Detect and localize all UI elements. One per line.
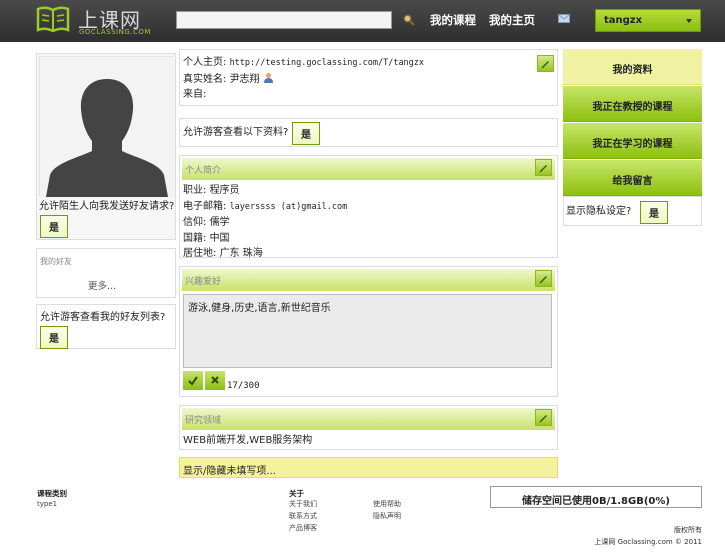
pencil-icon [539, 165, 547, 173]
email-label: 电子邮箱: [183, 200, 227, 212]
friends-panel: 我的好友 更多... [36, 248, 176, 298]
allow-view-friends-panel: 允许游客查看我的好友列表? 是 [36, 304, 176, 349]
storage-usage: 储存空间已使用0B/1.8GB(0%) [490, 486, 702, 508]
friends-more-link[interactable]: 更多... [88, 278, 116, 292]
allow-friend-request-yes-button[interactable]: 是 [40, 215, 68, 238]
footer-link-about-us[interactable]: 关于我们 [289, 499, 317, 509]
privacy-yes-button[interactable]: 是 [640, 201, 668, 224]
belief-value: 儒学 [209, 217, 230, 228]
mail-icon[interactable] [558, 14, 570, 23]
footer-about-title: 关于 [289, 489, 304, 498]
footer-category-title: 课程类别 [37, 489, 67, 498]
belief-label: 信仰: [183, 217, 207, 228]
intro-header: 个人简介 [182, 158, 555, 180]
footer-link-blog[interactable]: 产品博客 [289, 523, 317, 533]
footer-copyright: 上课网 Goclassing.com © 2011 [594, 538, 702, 546]
check-icon [188, 376, 198, 386]
residence-value: 广东 珠海 [219, 248, 263, 259]
cancel-hobbies-button[interactable] [205, 371, 225, 390]
realname-row: 真实姓名: 尹志翔 [183, 72, 523, 88]
from-row: 来自: [183, 87, 523, 103]
friends-title: 我的好友 [40, 257, 72, 266]
nav-my-courses[interactable]: 我的课程 [430, 12, 476, 28]
menu-leave-message[interactable]: 给我留言 [563, 160, 702, 196]
toggle-empty-fields[interactable]: 显示/隐藏未填写项... [179, 457, 558, 478]
save-hobbies-button[interactable] [183, 371, 203, 390]
hobbies-title: 兴趣爱好 [185, 277, 222, 287]
footer-rights: 版权所有 [674, 526, 702, 534]
avatar-card: 允许陌生人向我发送好友请求? 是 [36, 53, 176, 240]
privacy-label: 显示隐私设定? [566, 206, 632, 217]
allow-view-friends-label: 允许游客查看我的好友列表? [40, 312, 166, 323]
nationality-label: 国籍: [183, 232, 207, 244]
guest-view-panel: 允许游客查看以下资料? 是 [179, 118, 558, 147]
book-logo-icon [36, 6, 70, 32]
intro-title: 个人简介 [185, 166, 222, 176]
email-value: layerssss (at)gmail.com [229, 201, 348, 212]
pencil-icon [539, 415, 547, 423]
avatar [39, 56, 174, 197]
footer-link-contact[interactable]: 联系方式 [289, 511, 317, 521]
footer-link-help[interactable]: 使用帮助 [373, 499, 401, 509]
menu-teaching-courses[interactable]: 我正在教授的课程 [563, 86, 702, 122]
residence-label: 居住地: [183, 248, 217, 259]
edit-intro-button[interactable] [535, 159, 552, 176]
research-title: 研究领域 [185, 416, 222, 426]
chevron-down-icon [686, 19, 692, 23]
edit-hobbies-button[interactable] [535, 270, 552, 287]
user-dropdown[interactable]: tangzx [595, 9, 701, 32]
nav-my-homepage[interactable]: 我的主页 [489, 12, 535, 28]
footer-category-item[interactable]: type1 [37, 500, 57, 508]
allow-view-friends-yes-button[interactable]: 是 [40, 326, 68, 349]
edit-basic-button[interactable] [537, 55, 554, 72]
search-icon[interactable] [403, 14, 415, 26]
job-value: 程序员 [209, 185, 240, 196]
footer-link-privacy[interactable]: 隐私声明 [373, 511, 401, 521]
research-header: 研究领域 [182, 408, 555, 430]
hobbies-char-counter: 17/300 [227, 381, 260, 391]
allow-friend-request-label: 允许陌生人向我发送好友请求? [39, 201, 175, 212]
user-icon [263, 72, 273, 83]
user-name: tangzx [604, 15, 643, 26]
menu-my-profile[interactable]: 我的资料 [563, 49, 702, 85]
close-icon [211, 376, 219, 384]
logo[interactable]: 上课网 GOCLASSING.COM [36, 4, 161, 38]
realname-label: 真实姓名: [183, 73, 227, 85]
pencil-icon [541, 61, 549, 69]
homepage-label: 个人主页: [183, 57, 227, 68]
logo-text-en: GOCLASSING.COM [79, 28, 151, 36]
research-value: WEB前端开发,WEB服务架构 [183, 435, 313, 446]
homepage-url[interactable]: http://testing.goclassing.com/T/tangzx [230, 58, 424, 68]
realname-value: 尹志翔 [229, 73, 260, 85]
search-input[interactable] [176, 11, 392, 29]
profile-basic-panel: 个人主页: http://testing.goclassing.com/T/ta… [179, 49, 558, 106]
hobbies-textarea[interactable]: 游泳,健身,历史,语言,新世纪音乐 [183, 294, 552, 368]
research-panel: 研究领域 WEB前端开发,WEB服务架构 [179, 405, 558, 450]
job-label: 职业: [183, 185, 207, 196]
privacy-panel: 显示隐私设定? 是 [563, 196, 702, 226]
homepage-row: 个人主页: http://testing.goclassing.com/T/ta… [183, 55, 523, 72]
hobbies-header: 兴趣爱好 [182, 269, 555, 291]
hobbies-panel: 兴趣爱好 游泳,健身,历史,语言,新世纪音乐 17/300 [179, 266, 558, 397]
guest-view-label: 允许游客查看以下资料? [183, 127, 289, 138]
edit-research-button[interactable] [535, 409, 552, 426]
from-label: 来自: [183, 89, 207, 100]
top-bar: 上课网 GOCLASSING.COM 我的课程 我的主页 tangzx [0, 0, 725, 42]
intro-panel: 个人简介 职业: 程序员 电子邮箱: layerssss (at)gmail.c… [179, 155, 558, 259]
nationality-value: 中国 [209, 232, 230, 244]
guest-view-yes-button[interactable]: 是 [292, 122, 320, 145]
pencil-icon [539, 276, 547, 284]
default-avatar-icon [40, 57, 174, 197]
menu-learning-courses[interactable]: 我正在学习的课程 [563, 123, 702, 159]
